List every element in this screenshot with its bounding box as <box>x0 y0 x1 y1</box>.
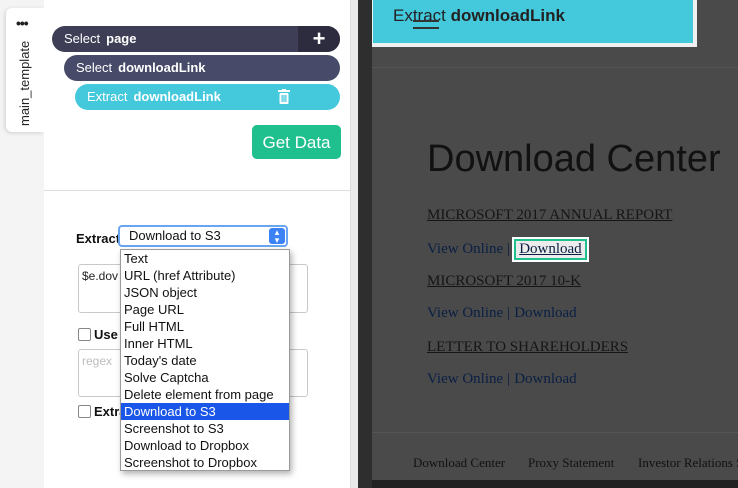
get-data-button[interactable]: Get Data <box>252 125 341 159</box>
footer-link[interactable]: Proxy Statement <box>528 455 614 471</box>
extract-label: Extract <box>76 231 121 246</box>
hamburger-icon[interactable] <box>413 20 439 34</box>
selection-tooltip: Extract downloadLink <box>372 0 697 47</box>
step-extract-downloadlink[interactable]: Extract downloadLink <box>75 84 340 110</box>
tooltip-target: downloadLink <box>450 6 565 25</box>
download-link-highlighted[interactable]: Download <box>512 237 589 262</box>
template-tab[interactable]: ••• main_template <box>6 8 44 132</box>
dropdown-option[interactable]: Today's date <box>121 352 289 369</box>
site-footer-divider <box>372 432 738 433</box>
view-online-link[interactable]: View Online <box>427 371 503 387</box>
document-title[interactable]: LETTER TO SHAREHOLDERS <box>427 339 628 356</box>
selection-tooltip-bar: Extract downloadLink <box>373 0 693 43</box>
dropdown-option[interactable]: Delete element from page <box>121 386 289 403</box>
extract-type-value: Download to S3 <box>129 228 221 243</box>
template-tab-label: main_template <box>17 40 32 126</box>
link-separator: | <box>507 241 511 257</box>
sidebar-tabstrip: ••• main_template <box>0 0 44 488</box>
page-heading: Download Center <box>427 138 721 180</box>
dropdown-option-selected[interactable]: Download to S3 <box>121 403 289 420</box>
dropdown-option[interactable]: Solve Captcha <box>121 369 289 386</box>
extract-type-select[interactable]: Download to S3 ▴ ▾ <box>118 225 288 247</box>
link-separator: | <box>507 371 511 387</box>
document-links: View Online | Download <box>427 305 577 322</box>
dropdown-option[interactable]: URL (href Attribute) <box>121 267 289 284</box>
extract-type-dropdown[interactable]: Text URL (href Attribute) JSON object Pa… <box>120 249 290 471</box>
panel-gutter <box>358 0 372 488</box>
trash-icon[interactable] <box>278 89 290 104</box>
step-target: page <box>106 31 137 46</box>
dropdown-option[interactable]: Download to Dropbox <box>121 437 289 454</box>
step-target: downloadLink <box>118 60 206 75</box>
document-title[interactable]: MICROSOFT 2017 10-K <box>427 273 581 290</box>
section-divider <box>44 190 350 191</box>
step-target: downloadLink <box>133 89 221 104</box>
step-select-page[interactable]: Select page + <box>52 26 340 52</box>
dropdown-option[interactable]: Full HTML <box>121 318 289 335</box>
page-bottom-strip <box>372 480 738 488</box>
step-verb: Select <box>64 31 101 46</box>
extra-checkbox[interactable] <box>78 405 91 418</box>
link-separator: | <box>507 305 511 321</box>
download-link[interactable]: Download <box>514 305 577 321</box>
view-online-link[interactable]: View Online <box>427 241 503 257</box>
dropdown-option[interactable]: Screenshot to S3 <box>121 420 289 437</box>
step-verb: Select <box>76 60 113 75</box>
footer-link[interactable]: Investor Relations S <box>638 455 738 471</box>
view-online-link[interactable]: View Online <box>427 305 503 321</box>
dots-icon[interactable]: ••• <box>16 16 29 30</box>
document-links: View Online | Download <box>427 371 577 388</box>
plus-icon: + <box>312 26 326 51</box>
download-link[interactable]: Download <box>514 371 577 387</box>
step-verb: Extract <box>87 89 128 104</box>
add-step-button[interactable]: + <box>298 26 340 52</box>
dropdown-option[interactable]: Text <box>121 250 289 267</box>
document-links: View Online | Download <box>427 237 589 262</box>
dropdown-option[interactable]: JSON object <box>121 284 289 301</box>
document-title[interactable]: MICROSOFT 2017 ANNUAL REPORT <box>427 207 672 224</box>
footer-link[interactable]: Download Center <box>413 455 505 471</box>
dropdown-option[interactable]: Page URL <box>121 301 289 318</box>
use-checkbox[interactable] <box>78 328 91 341</box>
step-select-downloadlink[interactable]: Select downloadLink <box>64 55 340 81</box>
use-label: Use <box>94 327 118 342</box>
dropdown-option[interactable]: Inner HTML <box>121 335 289 352</box>
site-header-divider <box>372 67 738 68</box>
dropdown-option[interactable]: Screenshot to Dropbox <box>121 454 289 471</box>
select-arrows-icon: ▴ ▾ <box>269 228 285 245</box>
